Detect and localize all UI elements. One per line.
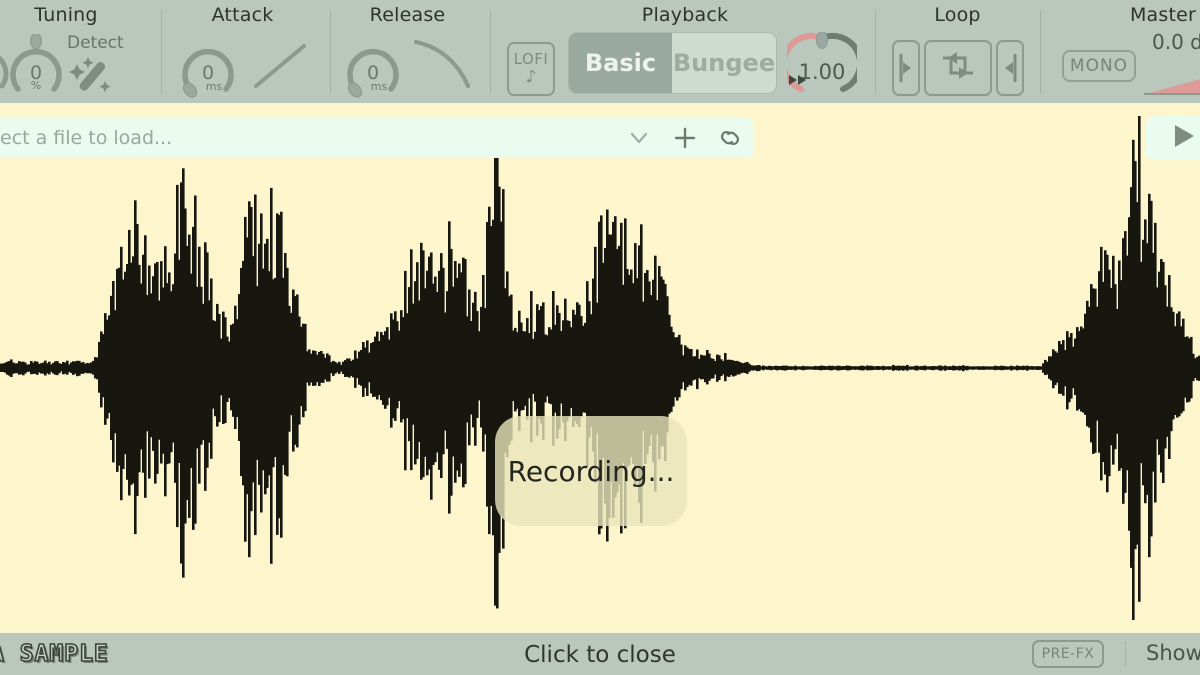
play-button[interactable] — [1146, 116, 1200, 160]
pre-fx-label: PRE-FX — [1041, 646, 1095, 662]
release-curve-icon[interactable] — [412, 36, 476, 98]
section-attack: Attack 0 ms — [165, 0, 331, 103]
loop-repeat-icon[interactable] — [924, 40, 992, 96]
master-value: 0.0 d — [1152, 30, 1200, 54]
file-load-bar[interactable]: ect a file to load... — [0, 118, 754, 158]
playback-speed-knob[interactable]: 1.00 — [787, 32, 857, 98]
section-loop: Loop — [880, 0, 1041, 103]
section-release: Release 0 ms — [330, 0, 491, 103]
waveform-display[interactable] — [0, 103, 1200, 633]
click-to-close-label[interactable]: Click to close — [0, 642, 1200, 668]
attack-knob[interactable]: 0 ms — [177, 34, 239, 98]
release-knob[interactable]: 0 ms — [342, 34, 404, 98]
magic-wand-icon[interactable] — [68, 55, 116, 103]
playback-mode-basic[interactable]: Basic — [569, 33, 672, 93]
section-title-attack: Attack — [211, 4, 274, 26]
divider-3 — [490, 10, 491, 94]
recording-label: Recording... — [507, 454, 675, 488]
lofi-button[interactable]: LOFI ♪ — [507, 42, 555, 96]
attack-knob-unit: ms — [205, 80, 223, 94]
section-playback: Playback LOFI ♪ Basic Bungee 1.00 — [495, 0, 876, 103]
detect-label: Detect — [67, 33, 124, 53]
mono-button[interactable]: MONO — [1062, 50, 1136, 82]
bottom-divider — [1125, 641, 1126, 667]
bottom-bar: A SAMPLE Click to close — [0, 633, 1200, 675]
section-tuning: Tuning 0 % Detect — [0, 0, 162, 103]
tuning-knob-unit: % — [30, 78, 42, 92]
tuning-knob[interactable]: 0 % — [5, 34, 67, 98]
file-path-input[interactable]: ect a file to load... — [0, 127, 616, 149]
music-note-icon: ♪ — [525, 67, 537, 87]
play-icon — [1168, 121, 1198, 155]
master-fader[interactable] — [1144, 60, 1200, 106]
recording-overlay: Recording... — [495, 416, 687, 526]
section-title-playback: Playback — [641, 4, 729, 26]
playback-mode-toggle[interactable]: Basic Bungee — [568, 32, 777, 94]
attack-curve-icon[interactable] — [250, 40, 310, 96]
show-button[interactable]: Show — [1146, 641, 1200, 665]
divider-4 — [875, 10, 876, 94]
chevron-down-icon[interactable] — [616, 118, 662, 158]
pre-fx-button[interactable]: PRE-FX — [1032, 640, 1104, 668]
section-title-loop: Loop — [934, 4, 981, 26]
top-toolbar: Tuning 0 % Detect Attack 0 ms Release 0 … — [0, 0, 1200, 103]
divider-1 — [161, 10, 162, 94]
section-master: Master MONO 0.0 d — [1040, 0, 1200, 103]
mono-label: MONO — [1069, 56, 1129, 76]
loop-start-marker-icon[interactable] — [892, 40, 920, 96]
release-knob-unit: ms — [370, 80, 388, 94]
section-title-release: Release — [369, 4, 446, 26]
link-icon[interactable] — [708, 118, 754, 158]
playback-mode-bungee[interactable]: Bungee — [672, 33, 776, 93]
section-title-tuning: Tuning — [34, 4, 98, 26]
plugin-window: Tuning 0 % Detect Attack 0 ms Release 0 … — [0, 0, 1200, 675]
fast-forward-icon — [787, 74, 857, 86]
loop-end-marker-icon[interactable] — [996, 40, 1024, 96]
plus-icon[interactable] — [662, 118, 708, 158]
section-title-master: Master — [1129, 4, 1197, 26]
lofi-label: LOFI — [513, 50, 549, 68]
waveform-area[interactable]: ect a file to load... Recording... — [0, 103, 1200, 633]
